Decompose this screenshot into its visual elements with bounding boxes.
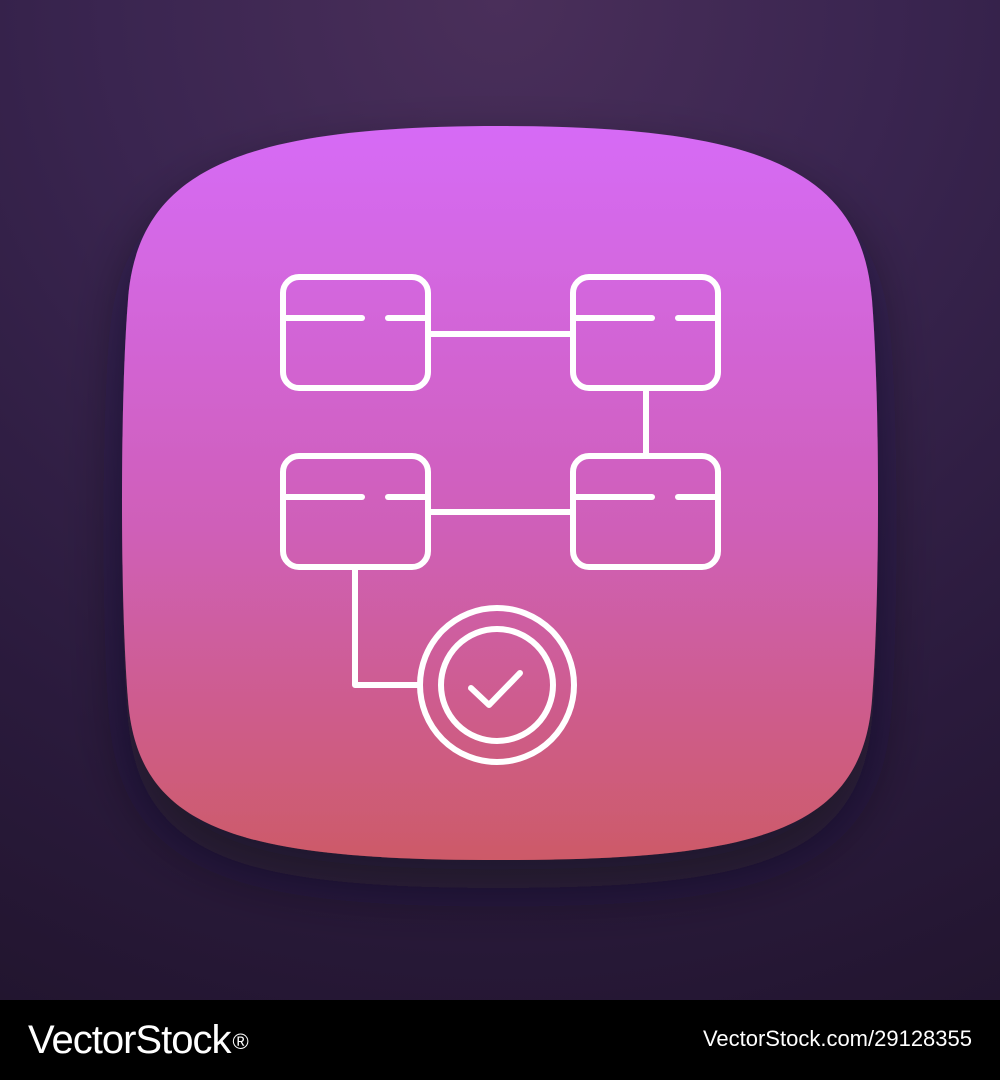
- app-icon-graphic: [122, 126, 878, 860]
- brand-name: VectorStock: [28, 1018, 231, 1062]
- watermark-footer: VectorStock® VectorStock.com/29128355: [0, 1000, 1000, 1080]
- squircle-shape: [122, 126, 878, 860]
- registered-mark: ®: [232, 1029, 248, 1054]
- image-id: VectorStock.com/29128355: [702, 1026, 972, 1051]
- brand-logo: VectorStock®: [28, 1014, 249, 1066]
- app-icon: [0, 0, 1000, 1000]
- page: VectorStock® VectorStock.com/29128355: [0, 0, 1000, 1080]
